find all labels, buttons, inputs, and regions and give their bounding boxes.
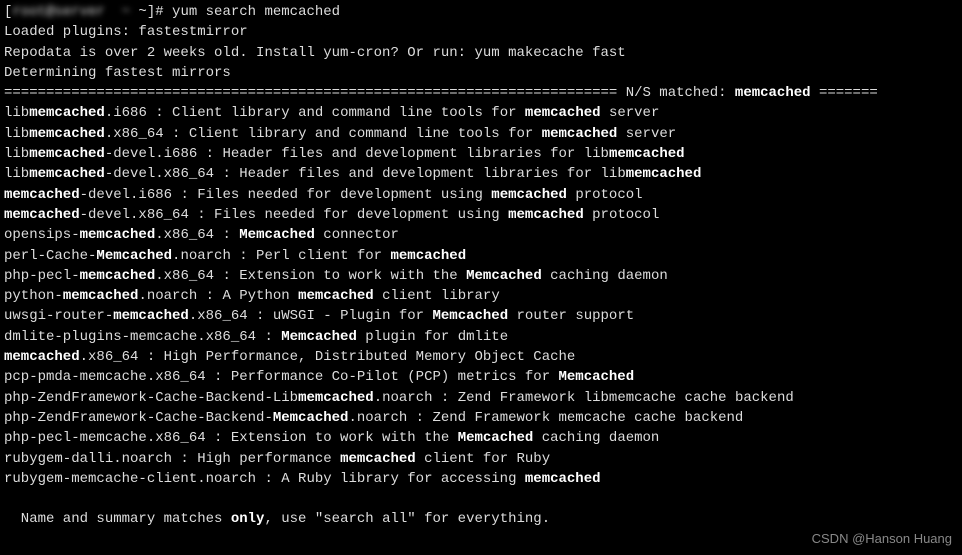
blank-line bbox=[4, 489, 958, 509]
result-line: opensips-memcached.x86_64 : Memcached co… bbox=[4, 225, 958, 245]
result-line: libmemcached.i686 : Client library and c… bbox=[4, 103, 958, 123]
result-line: python-memcached.noarch : A Python memca… bbox=[4, 286, 958, 306]
result-line: uwsgi-router-memcached.x86_64 : uWSGI - … bbox=[4, 306, 958, 326]
result-line: pcp-pmda-memcache.x86_64 : Performance C… bbox=[4, 367, 958, 387]
result-line: php-ZendFramework-Cache-Backend-Memcache… bbox=[4, 408, 958, 428]
result-line: php-ZendFramework-Cache-Backend-Libmemca… bbox=[4, 388, 958, 408]
result-line: php-pecl-memcache.x86_64 : Extension to … bbox=[4, 428, 958, 448]
prompt-line[interactable]: [root@server ~ ~]# yum search memcached bbox=[4, 2, 958, 22]
footer-hint-line: Name and summary matches only, use "sear… bbox=[4, 509, 958, 529]
watermark-text: CSDN @Hanson Huang bbox=[812, 530, 952, 549]
hostname-blurred: root@server ~ bbox=[12, 2, 130, 22]
matched-term: memcached bbox=[735, 85, 811, 101]
result-line: rubygem-dalli.noarch : High performance … bbox=[4, 449, 958, 469]
result-line: rubygem-memcache-client.noarch : A Ruby … bbox=[4, 469, 958, 489]
result-line: php-pecl-memcached.x86_64 : Extension to… bbox=[4, 266, 958, 286]
search-results-list: libmemcached.i686 : Client library and c… bbox=[4, 103, 958, 489]
loaded-plugins-line: Loaded plugins: fastestmirror bbox=[4, 22, 958, 42]
result-line: memcached.x86_64 : High Performance, Dis… bbox=[4, 347, 958, 367]
repodata-warning-line: Repodata is over 2 weeks old. Install yu… bbox=[4, 43, 958, 63]
result-line: memcached-devel.i686 : Files needed for … bbox=[4, 185, 958, 205]
result-line: libmemcached-devel.i686 : Header files a… bbox=[4, 144, 958, 164]
result-line: perl-Cache-Memcached.noarch : Perl clien… bbox=[4, 246, 958, 266]
prompt-suffix: ~]# bbox=[130, 4, 172, 20]
command-text: yum search memcached bbox=[172, 4, 340, 20]
result-line: dmlite-plugins-memcache.x86_64 : Memcach… bbox=[4, 327, 958, 347]
footer-only: only bbox=[231, 511, 265, 527]
result-line: libmemcached.x86_64 : Client library and… bbox=[4, 124, 958, 144]
result-line: libmemcached-devel.x86_64 : Header files… bbox=[4, 164, 958, 184]
determining-mirrors-line: Determining fastest mirrors bbox=[4, 63, 958, 83]
section-header-line: ========================================… bbox=[4, 83, 958, 103]
result-line: memcached-devel.x86_64 : Files needed fo… bbox=[4, 205, 958, 225]
